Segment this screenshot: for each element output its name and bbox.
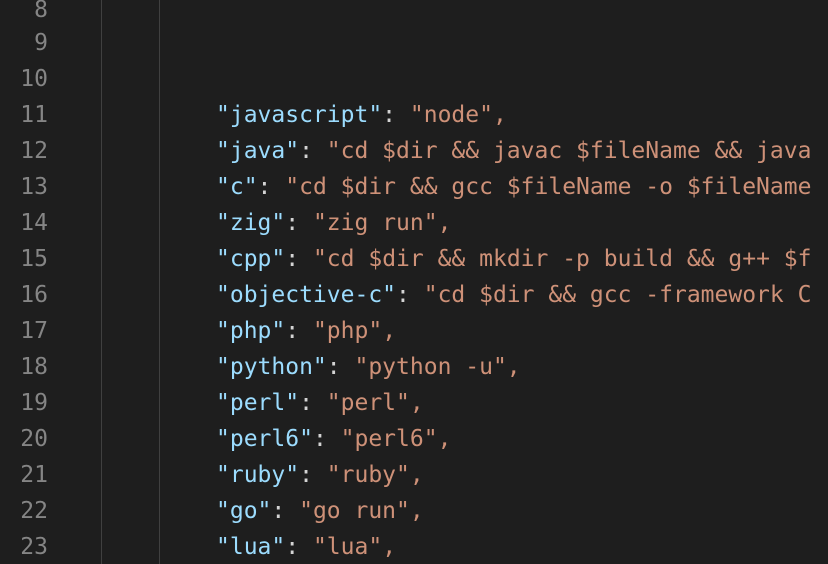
colon: : [299, 390, 327, 416]
code-line: "javascript": "node", [216, 97, 507, 133]
json-key: "c" [216, 174, 258, 200]
json-value: "perl6", [340, 426, 452, 452]
line-number: 11 [20, 102, 48, 128]
code-line: "php": "php", [216, 313, 396, 349]
line-number: 19 [20, 390, 48, 416]
line-number: 16 [20, 282, 48, 308]
code-line: "lua": "lua", [216, 529, 396, 564]
line-number: 12 [20, 138, 48, 164]
line-number: 21 [20, 462, 48, 488]
json-key: "javascript" [216, 102, 383, 128]
colon: : [257, 174, 286, 200]
indent-guide [101, 0, 102, 564]
line-number: 22 [20, 498, 48, 524]
json-value: "cd $dir && javac $fileName && java [326, 138, 812, 164]
colon: : [326, 354, 355, 380]
json-key: "php" [216, 318, 286, 344]
colon: : [299, 462, 327, 488]
code-text-area[interactable]: "javascript": "node", "java": "cd $dir &… [216, 0, 828, 564]
code-line: "perl6": "perl6", [216, 421, 451, 457]
line-number: 23 [20, 534, 48, 560]
json-key: "go" [216, 498, 272, 524]
colon: : [396, 282, 424, 308]
colon: : [382, 102, 410, 128]
code-line: "objective-c": "cd $dir && gcc -framewor… [216, 277, 811, 313]
indent-guide [159, 0, 160, 564]
colon: : [285, 246, 313, 272]
code-line: "perl": "perl", [216, 385, 424, 421]
json-value: "python -u", [354, 354, 521, 380]
line-number-gutter: 8 9 10 11 12 13 14 15 16 17 18 19 20 21 … [0, 0, 100, 564]
json-value: "cd $dir && gcc $fileName -o $fileName [285, 174, 812, 200]
json-value: "perl", [326, 390, 424, 416]
colon: : [299, 138, 327, 164]
json-key: "objective-c" [216, 282, 397, 308]
code-line: "zig": "zig run", [216, 205, 451, 241]
json-value: "cd $dir && gcc -framework C [423, 282, 812, 308]
code-line: "go": "go run", [216, 493, 424, 529]
json-value: "lua", [312, 534, 397, 560]
json-value: "cd $dir && mkdir -p build && g++ $f [312, 246, 812, 272]
json-key: "perl" [216, 390, 300, 416]
json-value: "ruby", [326, 462, 424, 488]
colon: : [285, 210, 313, 236]
json-key: "cpp" [216, 246, 286, 272]
json-key: "python" [216, 354, 327, 380]
code-line: "c": "cd $dir && gcc $fileName -o $fileN… [216, 169, 811, 205]
colon: : [285, 534, 313, 560]
json-value: "node", [409, 102, 507, 128]
json-key: "java" [216, 138, 300, 164]
colon: : [312, 426, 341, 452]
json-key: "zig" [216, 210, 286, 236]
json-value: "zig run", [312, 210, 452, 236]
json-value: "php", [312, 318, 397, 344]
colon: : [271, 498, 300, 524]
line-number: 18 [20, 354, 48, 380]
json-key: "perl6" [216, 426, 313, 452]
json-value: "go run", [299, 498, 424, 524]
line-number: 8 [34, 0, 48, 23]
code-line: "ruby": "ruby", [216, 457, 424, 493]
line-number: 17 [20, 318, 48, 344]
code-line: "cpp": "cd $dir && mkdir -p build && g++… [216, 241, 811, 277]
code-line: "java": "cd $dir && javac $fileName && j… [216, 133, 811, 169]
line-number: 20 [20, 426, 48, 452]
line-number: 13 [20, 174, 48, 200]
json-key: "lua" [216, 534, 286, 560]
code-line: "python": "python -u", [216, 349, 521, 385]
line-number: 10 [20, 66, 48, 92]
colon: : [285, 318, 313, 344]
json-key: "ruby" [216, 462, 300, 488]
code-editor[interactable]: 8 9 10 11 12 13 14 15 16 17 18 19 20 21 … [0, 0, 828, 564]
line-number: 9 [34, 30, 48, 56]
line-number: 14 [20, 210, 48, 236]
line-number: 15 [20, 246, 48, 272]
